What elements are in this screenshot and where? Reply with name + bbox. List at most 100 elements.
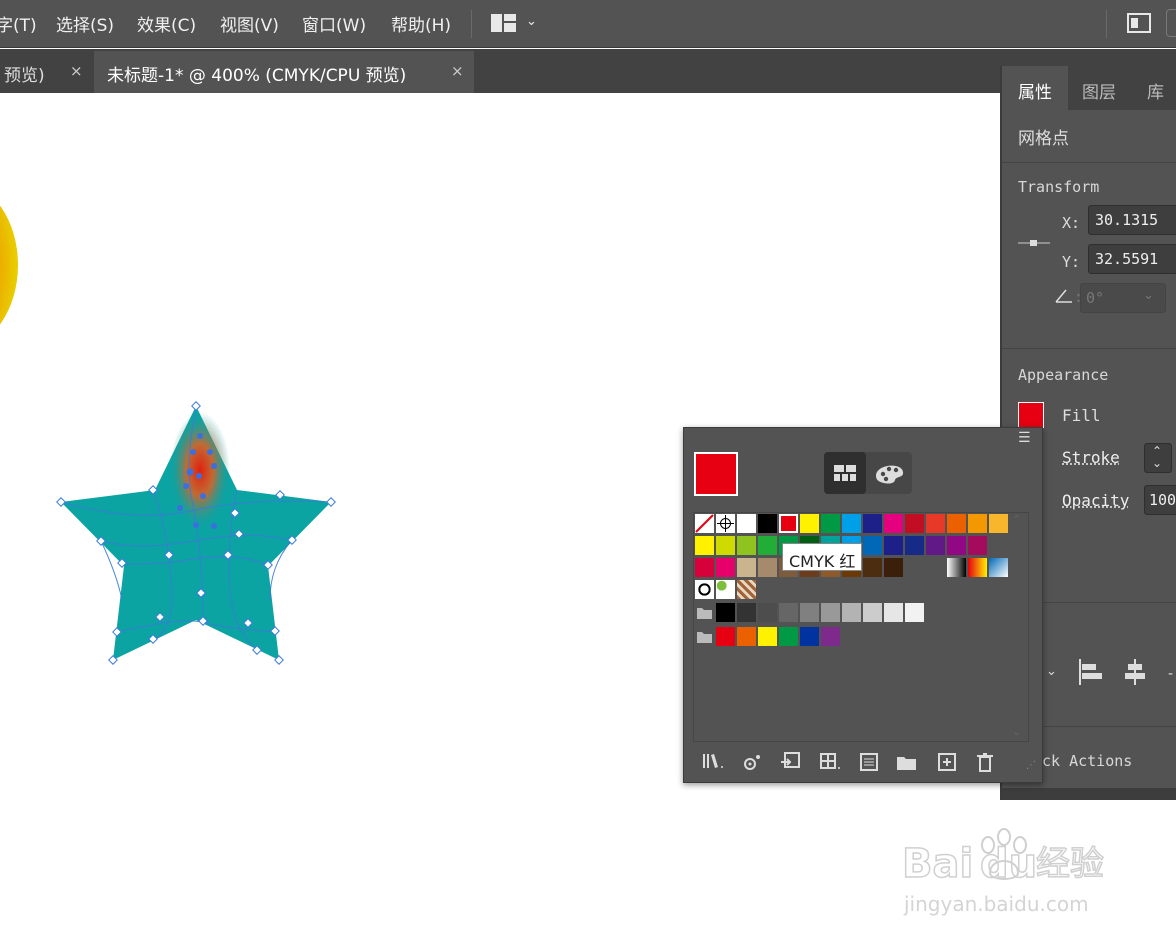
color-swatch[interactable] — [863, 603, 882, 622]
gradient-swatch[interactable] — [968, 558, 987, 577]
color-swatch[interactable] — [842, 603, 861, 622]
color-swatch[interactable] — [800, 603, 819, 622]
registration-swatch[interactable] — [716, 514, 735, 533]
color-swatch[interactable] — [884, 558, 903, 577]
none-swatch[interactable] — [695, 514, 714, 533]
scroll-down-icon[interactable]: ⌄ — [1012, 725, 1021, 738]
stroke-stepper[interactable]: ⌃ ⌄ — [1144, 443, 1172, 473]
panel-menu-icon[interactable]: ☰ — [1018, 430, 1031, 446]
color-swatch[interactable] — [737, 627, 756, 646]
place-swatch-icon[interactable] — [778, 750, 804, 774]
color-swatch[interactable] — [716, 603, 735, 622]
chevron-down-icon[interactable]: ⌄ — [1152, 456, 1162, 470]
color-swatch[interactable] — [779, 603, 798, 622]
align-center-icon[interactable] — [1122, 658, 1148, 686]
color-swatch[interactable] — [884, 536, 903, 555]
new-color-group-icon[interactable] — [894, 750, 920, 774]
x-label: X: — [1062, 214, 1081, 232]
chevron-down-icon[interactable]: ⌄ — [1046, 664, 1057, 679]
color-swatch[interactable] — [758, 536, 777, 555]
color-swatch[interactable] — [863, 558, 882, 577]
align-right-icon[interactable]: - — [1168, 666, 1173, 682]
chevron-down-icon[interactable]: ⌄ — [526, 14, 537, 29]
color-swatch[interactable] — [737, 603, 756, 622]
color-swatch[interactable] — [737, 536, 756, 555]
align-left-icon[interactable] — [1078, 658, 1104, 686]
color-swatch[interactable] — [758, 558, 777, 577]
color-swatch[interactable] — [821, 627, 840, 646]
panel-toggle-icon[interactable] — [1126, 12, 1152, 34]
color-swatch[interactable] — [947, 514, 966, 533]
color-swatch[interactable] — [758, 514, 777, 533]
new-swatch-icon[interactable] — [934, 750, 960, 774]
close-icon[interactable]: × — [70, 62, 83, 80]
color-swatch[interactable] — [779, 514, 798, 533]
menu-effect[interactable]: 效果(C) — [137, 11, 196, 36]
document-tab-active[interactable]: 未标题-1* @ 400% (CMYK/CPU 预览) × — [94, 51, 474, 93]
color-swatch[interactable] — [842, 514, 861, 533]
color-swatch[interactable] — [800, 514, 819, 533]
color-swatch[interactable] — [737, 514, 756, 533]
color-swatch[interactable] — [821, 514, 840, 533]
fill-swatch[interactable] — [1018, 402, 1044, 428]
menu-select[interactable]: 选择(S) — [56, 11, 114, 36]
swatch-library-icon[interactable] — [700, 750, 726, 774]
color-swatch[interactable] — [758, 627, 777, 646]
swatch-options-icon[interactable] — [818, 750, 844, 774]
pattern-swatch[interactable] — [716, 580, 735, 599]
opacity-input[interactable]: 100 — [1144, 485, 1176, 515]
color-swatch[interactable] — [716, 536, 735, 555]
reference-point-icon[interactable] — [1018, 236, 1050, 250]
grid-view-button[interactable] — [824, 452, 866, 494]
color-swatch[interactable] — [716, 558, 735, 577]
color-swatch[interactable] — [989, 514, 1008, 533]
y-input[interactable]: 32.5591 — [1088, 244, 1176, 274]
scroll-up-icon[interactable]: ⌃ — [1012, 513, 1021, 526]
swatch-list-icon[interactable] — [856, 750, 882, 774]
tab-properties[interactable]: 属性 — [1002, 66, 1068, 110]
resize-grip-icon[interactable]: ⋰ — [1026, 760, 1036, 771]
color-swatch[interactable] — [905, 514, 924, 533]
color-swatch[interactable] — [968, 536, 987, 555]
color-swatch[interactable] — [716, 627, 735, 646]
color-swatch[interactable] — [926, 536, 945, 555]
workspace-layout-icon[interactable] — [490, 12, 518, 34]
color-swatch[interactable] — [737, 558, 756, 577]
color-swatch[interactable] — [884, 514, 903, 533]
pattern-swatch[interactable] — [737, 580, 756, 599]
opacity-label[interactable]: Opacity — [1062, 491, 1129, 510]
color-swatch[interactable] — [968, 514, 987, 533]
color-swatch[interactable] — [905, 536, 924, 555]
delete-swatch-icon[interactable] — [972, 750, 998, 774]
close-icon[interactable]: × — [451, 62, 464, 80]
color-swatch[interactable] — [800, 627, 819, 646]
menu-window[interactable]: 窗口(W) — [302, 11, 366, 36]
gradient-swatch[interactable] — [989, 558, 1008, 577]
angle-input[interactable]: 0° ⌄ — [1080, 283, 1166, 313]
stroke-label[interactable]: Stroke — [1062, 448, 1120, 467]
show-swatch-kinds-icon[interactable] — [740, 750, 766, 774]
color-swatch[interactable] — [695, 558, 714, 577]
color-swatch[interactable] — [779, 627, 798, 646]
tab-libraries[interactable]: 库 — [1147, 78, 1164, 103]
tab-layers[interactable]: 图层 — [1082, 78, 1116, 103]
color-swatch[interactable] — [758, 603, 777, 622]
palette-view-button[interactable] — [868, 452, 910, 494]
color-swatch[interactable] — [905, 603, 924, 622]
menu-help[interactable]: 帮助(H) — [391, 11, 451, 36]
color-swatch[interactable] — [884, 603, 903, 622]
gradient-swatch[interactable] — [947, 558, 966, 577]
color-swatch[interactable] — [821, 603, 840, 622]
x-input[interactable]: 30.1315 — [1088, 205, 1176, 235]
color-swatch[interactable] — [947, 536, 966, 555]
pattern-swatch[interactable] — [695, 580, 714, 599]
color-swatch[interactable] — [695, 536, 714, 555]
menu-type[interactable]: 字(T) — [0, 11, 37, 36]
color-swatch[interactable] — [926, 514, 945, 533]
current-fill-swatch[interactable] — [694, 452, 738, 496]
document-tab[interactable]: 预览) × — [0, 51, 92, 93]
menu-view[interactable]: 视图(V) — [220, 11, 279, 36]
color-swatch[interactable] — [863, 536, 882, 555]
color-swatch[interactable] — [863, 514, 882, 533]
search-box-edge[interactable] — [1166, 9, 1176, 37]
